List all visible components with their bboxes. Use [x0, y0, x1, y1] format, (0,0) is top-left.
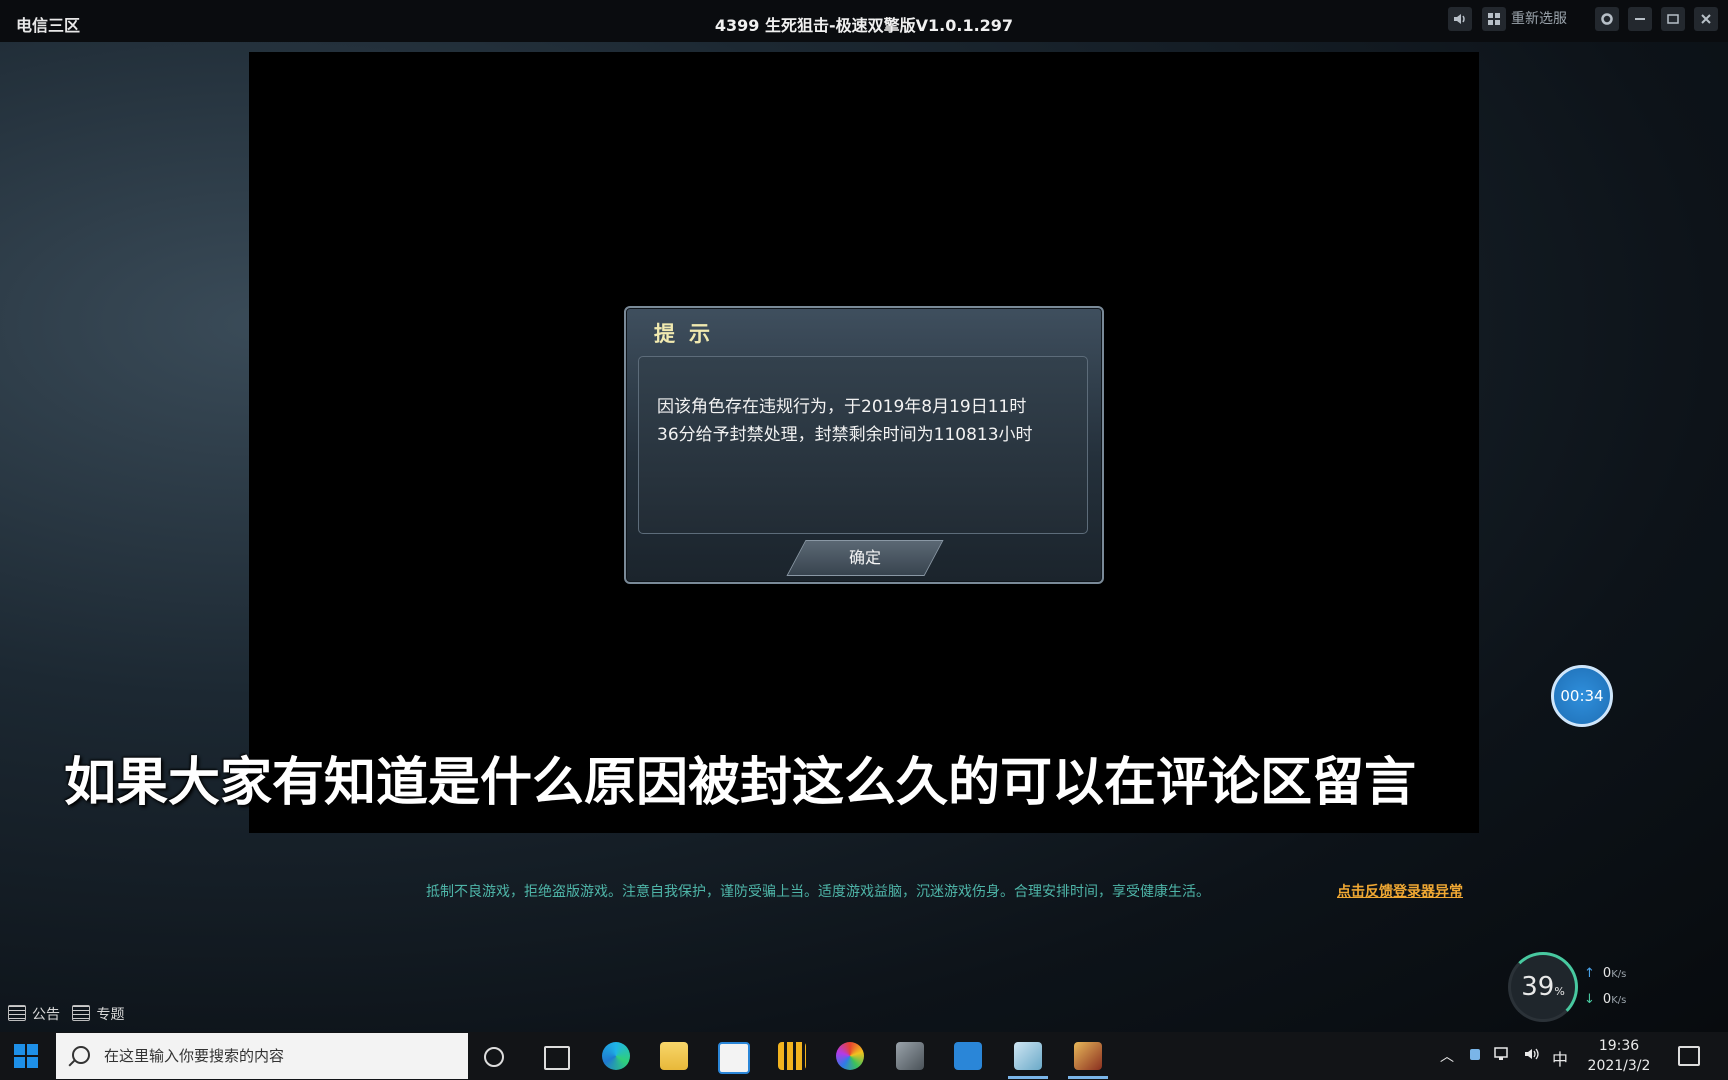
dialog-message-line-2: 36分给予封禁处理，封禁剩余时间为110813小时 [657, 425, 1033, 445]
taskbar-search-box[interactable]: 在这里输入你要搜索的内容 [56, 1033, 468, 1079]
clock-date: 2021/3/2 [1587, 1058, 1651, 1074]
confirm-button-label: 确定 [848, 548, 881, 567]
active-app-indicator-2 [1068, 1076, 1108, 1079]
active-app-indicator [1008, 1076, 1048, 1079]
notification-center-icon[interactable] [1678, 1046, 1700, 1066]
feedback-link[interactable]: 点击反馈登录器异常 [1337, 881, 1463, 901]
search-icon [72, 1046, 90, 1064]
settings-icon[interactable] [1595, 7, 1619, 31]
cortana-icon[interactable] [484, 1047, 504, 1067]
minimize-icon[interactable] [1628, 7, 1652, 31]
notepad-app-icon[interactable] [1014, 1042, 1042, 1070]
sound-icon[interactable] [1448, 7, 1472, 31]
reselect-server-button[interactable]: 重新选服 [1511, 8, 1567, 30]
tray-chevron-icon[interactable]: ︿ [1440, 1046, 1454, 1066]
taskbar: 在这里输入你要搜索的内容 ︿ 中 19:36 2021/3/2 [0, 1032, 1728, 1080]
library-app-icon[interactable] [778, 1042, 806, 1070]
volume-icon[interactable] [1523, 1046, 1541, 1066]
game-character-icon[interactable] [896, 1042, 924, 1070]
confirm-button[interactable]: 确定 [786, 540, 944, 576]
dialog-message-line-1: 因该角色存在违规行为，于2019年8月19日11时 [657, 397, 1027, 417]
taskbar-clock[interactable]: 19:36 2021/3/2 [1576, 1036, 1662, 1076]
file-explorer-icon[interactable] [660, 1042, 688, 1070]
health-notice: 抵制不良游戏，拒绝盗版游戏。注意自我保护，谨防受骗上当。适度游戏益脑，沉迷游戏伤… [426, 884, 1210, 900]
search-placeholder: 在这里输入你要搜索的内容 [104, 1047, 285, 1065]
network-icon[interactable] [1494, 1046, 1512, 1066]
shengsijuji-game-icon[interactable] [1074, 1042, 1102, 1070]
restore-icon[interactable] [1661, 7, 1685, 31]
cpu-unit: % [1554, 985, 1565, 998]
performance-widget[interactable]: 39% ↑ 0K/s ↓ 0K/s [1508, 952, 1648, 1022]
topic-link[interactable]: 专题 [96, 1007, 124, 1023]
ime-indicator[interactable]: 中 [1552, 1046, 1568, 1070]
colorful-app-icon[interactable] [836, 1042, 864, 1070]
announcement-icon [8, 1005, 26, 1021]
timer-badge[interactable]: 00:34 [1551, 665, 1613, 727]
store-icon[interactable] [718, 1042, 750, 1074]
edge-browser-icon[interactable] [602, 1042, 630, 1070]
title-bar: 电信三区 4399 生死狙击-极速双擎版V1.0.1.297 重新选服 [0, 0, 1728, 42]
announcement-link[interactable]: 公告 [32, 1007, 60, 1023]
video-subtitle: 如果大家有知道是什么原因被封这么久的可以在评论区留言 [64, 753, 1417, 813]
dialog-message-panel: 因该角色存在违规行为，于2019年8月19日11时 36分给予封禁处理，封禁剩余… [638, 356, 1088, 534]
topic-icon [72, 1005, 91, 1021]
task-view-icon[interactable] [544, 1046, 570, 1070]
windows-start-icon[interactable] [14, 1044, 38, 1068]
download-arrow-icon: ↓ [1584, 992, 1595, 1007]
info-strip: 公告 专题 [0, 1004, 400, 1030]
dialog-title: 提示 [654, 322, 724, 346]
ban-notice-dialog: 提示 因该角色存在违规行为，于2019年8月19日11时 36分给予封禁处理，封… [624, 306, 1104, 584]
upload-arrow-icon: ↑ [1584, 966, 1595, 981]
download-rate: ↓ 0K/s [1584, 992, 1627, 1007]
upload-rate: ↑ 0K/s [1584, 966, 1627, 981]
tray-app-icon[interactable] [1468, 1046, 1482, 1066]
clock-time: 19:36 [1598, 1038, 1640, 1054]
grid-icon[interactable] [1482, 7, 1506, 31]
close-icon[interactable] [1694, 7, 1718, 31]
bird-app-icon[interactable] [954, 1042, 982, 1070]
cpu-gauge: 39% [1508, 952, 1578, 1022]
dialog-message: 因该角色存在违规行为，于2019年8月19日11时 36分给予封禁处理，封禁剩余… [657, 393, 1077, 449]
cpu-value: 39 [1521, 972, 1555, 1002]
